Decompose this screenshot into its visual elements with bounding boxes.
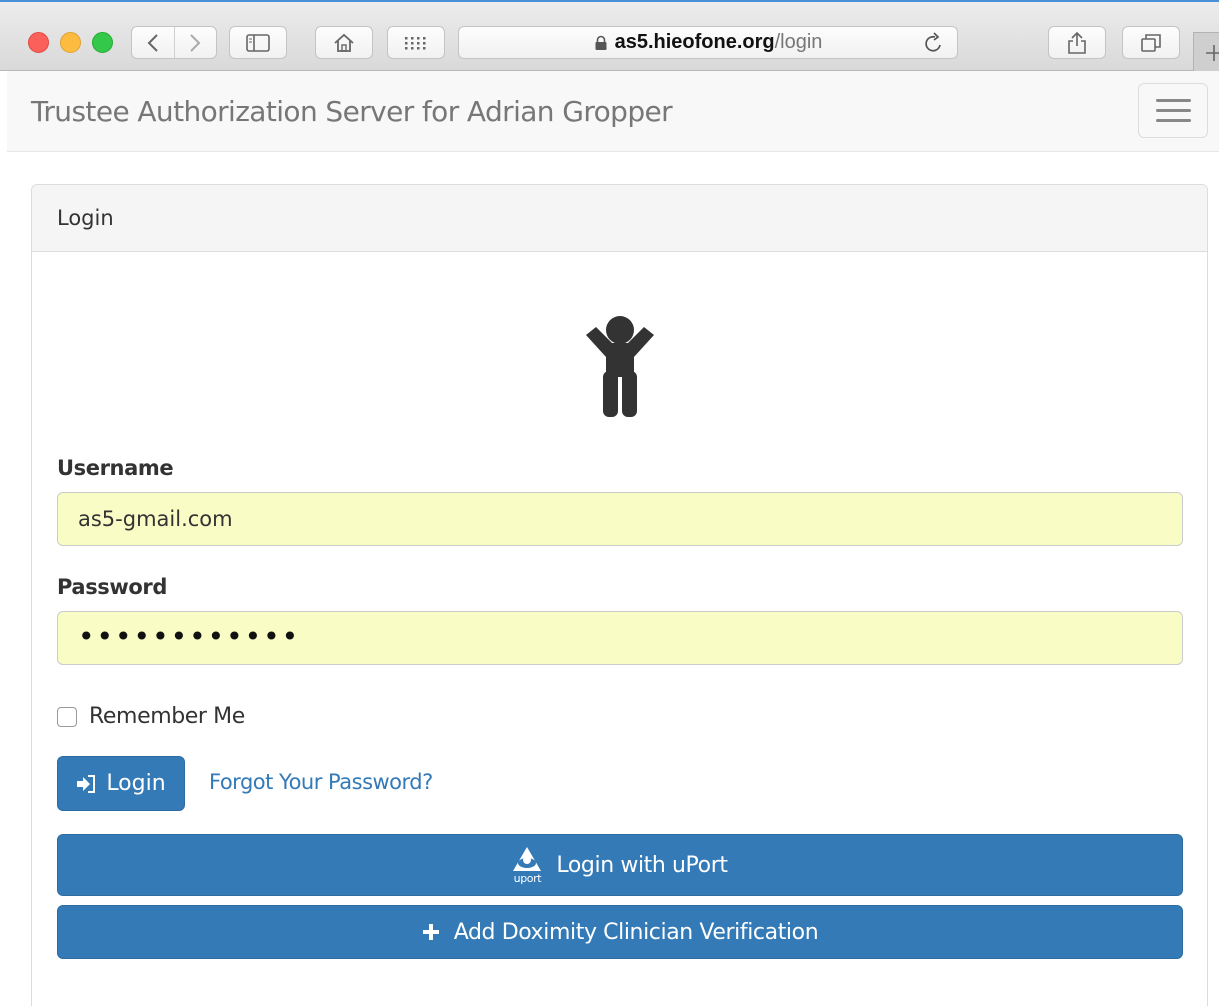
home-icon (334, 33, 354, 52)
share-icon (1068, 31, 1086, 54)
remember-me-label[interactable]: Remember Me (89, 704, 245, 729)
hamburger-icon-bar (1155, 119, 1191, 122)
child-user-icon (586, 316, 654, 417)
uport-login-button[interactable]: uport Login with uPort (57, 834, 1183, 896)
url-host: as5.hieofone.org (614, 31, 775, 53)
plus-icon (1205, 45, 1219, 61)
site-navbar: Trustee Authorization Server for Adrian … (7, 71, 1219, 152)
doximity-verification-button[interactable]: Add Doximity Clinician Verification (57, 905, 1183, 959)
username-label: Username (57, 456, 174, 480)
sign-in-icon (77, 774, 96, 793)
login-button-label: Login (106, 771, 166, 796)
login-button[interactable]: Login (57, 756, 185, 811)
plus-icon (422, 924, 439, 940)
sidebar-button[interactable] (229, 26, 287, 59)
browser-toolbar: as5.hieofone.org/login (0, 0, 1219, 73)
close-window-button[interactable] (28, 32, 49, 53)
grid-icon (405, 36, 426, 49)
tabs-icon (1141, 33, 1161, 52)
password-input[interactable]: •••••••••••• (57, 611, 1183, 665)
lock-icon (595, 35, 607, 50)
home-button[interactable] (315, 26, 373, 59)
panel-heading: Login (32, 185, 1207, 252)
url-path: /login (774, 31, 823, 53)
back-button[interactable] (132, 27, 174, 58)
remember-me-checkbox[interactable] (57, 706, 77, 727)
history-nav-group (131, 26, 217, 59)
password-label: Password (57, 575, 168, 599)
zoom-window-button[interactable] (92, 32, 113, 53)
hamburger-icon-bar (1155, 99, 1191, 102)
uport-icon-text: uport (513, 872, 542, 885)
share-button[interactable] (1048, 26, 1106, 59)
back-icon (147, 33, 158, 52)
show-tabs-button[interactable] (1122, 26, 1180, 59)
remember-me: Remember Me (57, 704, 245, 729)
hamburger-icon-bar (1155, 109, 1191, 112)
navbar-brand[interactable]: Trustee Authorization Server for Adrian … (31, 95, 673, 128)
doximity-verification-label: Add Doximity Clinician Verification (453, 919, 819, 945)
top-sites-button[interactable] (387, 26, 445, 59)
uport-login-label: Login with uPort (556, 852, 728, 878)
forgot-password-link[interactable]: Forgot Your Password? (209, 770, 433, 794)
new-tab-button[interactable] (1193, 32, 1219, 73)
address-bar[interactable]: as5.hieofone.org/login (458, 26, 958, 59)
forward-icon (190, 33, 201, 52)
uport-icon: uport (512, 846, 542, 884)
navbar-menu-toggle[interactable] (1138, 83, 1208, 138)
sidebar-icon (246, 33, 270, 52)
minimize-window-button[interactable] (60, 32, 81, 53)
login-panel: Login Username as5-gmail.com Password ••… (31, 184, 1208, 1006)
reload-icon[interactable] (923, 31, 945, 55)
username-input[interactable]: as5-gmail.com (57, 492, 1183, 546)
forward-button[interactable] (173, 27, 216, 58)
